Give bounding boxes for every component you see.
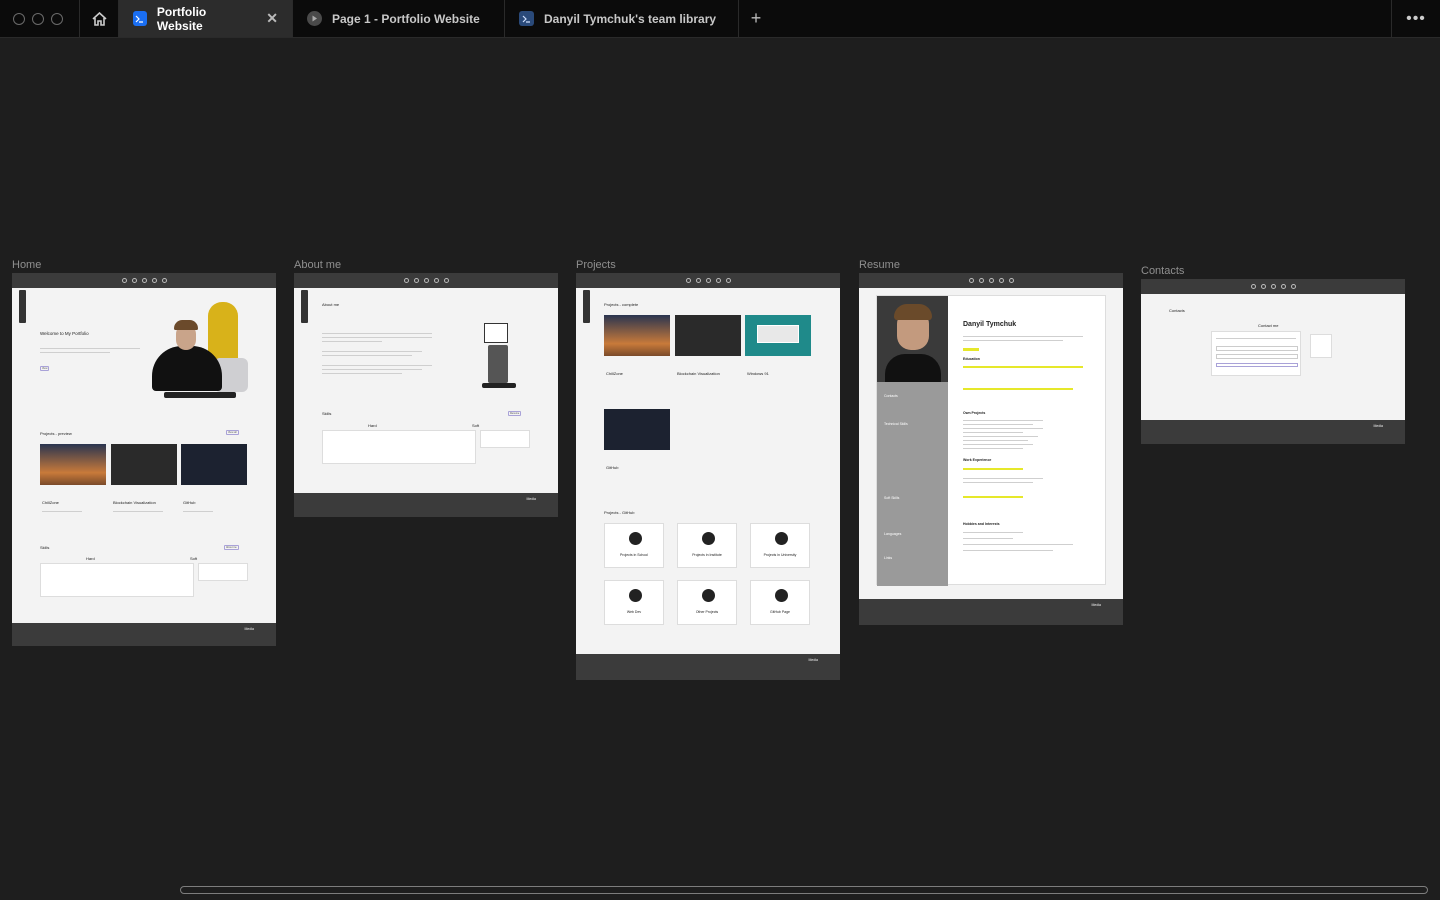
side-social-bar [583, 290, 590, 323]
canvas-horizontal-scrollbar[interactable] [180, 886, 1428, 894]
home-welcome-title: Welcome to My Portfolio [40, 331, 89, 336]
close-window-button[interactable] [13, 12, 25, 25]
project-thumb-blockchain[interactable] [111, 444, 177, 485]
frame-label-projects[interactable]: Projects [576, 259, 616, 271]
tab-team-library[interactable]: Danyil Tymchuk's team library [505, 0, 739, 37]
about-title: About me [322, 302, 340, 307]
maximize-window-button[interactable] [51, 12, 63, 25]
frame-footer: Media [1141, 420, 1405, 444]
projects-complete-title: Projects - complete [604, 302, 639, 307]
resume-languages-label: Languages [884, 532, 902, 536]
project-title: ChillZone [42, 500, 59, 505]
contact-message-field[interactable] [1216, 354, 1298, 359]
project-thumb-chillzone[interactable] [604, 315, 670, 356]
contact-form-title: Contact me [1258, 323, 1279, 328]
prototype-play-icon [307, 11, 322, 26]
project-title: Windows 91 [747, 371, 769, 376]
contacts-title: Contacts [1169, 308, 1185, 313]
minimize-window-button[interactable] [32, 12, 44, 25]
frame-contacts[interactable]: Contacts Contact me Media [1141, 279, 1405, 444]
frame-home[interactable]: Welcome to My Portfolio View Projects - … [12, 273, 276, 646]
project-thumb-windows91[interactable] [745, 315, 811, 356]
hard-skills-table [40, 563, 194, 597]
frame-footer: Media [576, 654, 840, 680]
side-social-bar [301, 290, 308, 323]
more-options-button[interactable]: ••• [1391, 0, 1440, 38]
skills-hard-label: Hard [86, 556, 95, 561]
new-tab-button[interactable]: + [739, 0, 773, 37]
resume-photo [877, 296, 948, 382]
hero-portrait-image [152, 300, 248, 398]
resume-work-label: Work Experience [963, 458, 992, 462]
frame-label-about[interactable]: About me [294, 259, 341, 271]
frame-header [12, 273, 276, 288]
home-icon [91, 11, 107, 26]
tab-label: Portfolio Website [156, 4, 207, 33]
resume-soft-skills-label: Soft Skills [884, 496, 900, 500]
tab-label: Danyil Tymchuk's team library [544, 11, 717, 26]
contact-email-field[interactable] [1216, 346, 1298, 351]
project-thumb-github[interactable] [181, 444, 247, 485]
soft-skills-table [480, 430, 530, 448]
tab-portfolio-website[interactable]: Portfolio Website ✕ [119, 0, 293, 37]
project-title: Blockchain Visualization [677, 371, 720, 376]
skills-soft-label: Soft [190, 556, 198, 561]
home-button[interactable] [79, 0, 119, 37]
resume-links-label: Links [884, 556, 893, 560]
frame-header [1141, 279, 1405, 294]
project-title: GitHub [183, 500, 196, 505]
library-icon [519, 11, 534, 26]
project-thumb-blockchain[interactable] [675, 315, 741, 356]
resume-education-label: Education [963, 357, 980, 361]
skills-soft-label: Soft [472, 423, 480, 428]
github-card-other[interactable]: Other Projects [677, 580, 737, 625]
home-projects-title: Projects - preview [40, 431, 72, 436]
figma-file-icon [133, 11, 147, 26]
frame-label-resume[interactable]: Resume [859, 259, 900, 271]
about-skills-title: Skills [322, 411, 332, 416]
home-skills-title: Skills [40, 545, 50, 550]
about-collage-image [482, 323, 516, 388]
frame-header [859, 273, 1123, 288]
hard-skills-table [322, 430, 476, 464]
contact-socials-card [1310, 334, 1332, 358]
resume-own-projects-label: Own Projects [963, 411, 986, 415]
frame-about[interactable]: About me Skills Resume Hard Soft Media [294, 273, 558, 517]
project-title: GitHub [606, 465, 619, 470]
github-card-page[interactable]: GitHub Page [750, 580, 810, 625]
tab-page-1-portfolio-website[interactable]: Page 1 - Portfolio Website [293, 0, 505, 37]
project-thumb-github[interactable] [604, 409, 670, 450]
resume-tech-skills-label: Technical Skills [884, 422, 908, 426]
soft-skills-table [198, 563, 248, 581]
project-title: Blockchain Visualization [113, 500, 156, 505]
tab-bar: Portfolio Website ✕ Page 1 - Portfolio W… [0, 0, 1440, 38]
projects-github-title: Projects - GitHub [604, 510, 635, 515]
resume-contacts-label: Contacts [884, 394, 898, 398]
frame-footer: Media [859, 599, 1123, 625]
resume-sheet: Contacts Technical Skills Soft Skills La… [876, 295, 1106, 586]
frame-footer: Media [12, 623, 276, 646]
frame-projects[interactable]: Projects - complete ChillZone Blockchain… [576, 273, 840, 680]
github-card-web-dev[interactable]: Web Dev [604, 580, 664, 625]
project-title: ChillZone [606, 371, 623, 376]
github-card-school[interactable]: Projects in School [604, 523, 664, 568]
frame-footer: Media [294, 493, 558, 517]
side-social-bar [19, 290, 26, 323]
contact-send-button[interactable] [1216, 363, 1298, 367]
contact-form [1211, 331, 1301, 376]
github-card-institute[interactable]: Projects in Institute [677, 523, 737, 568]
resume-name: Danyil Tymchuk [963, 321, 1017, 328]
window-controls [0, 0, 79, 37]
frame-label-contacts[interactable]: Contacts [1141, 265, 1184, 277]
frame-header [294, 273, 558, 288]
frame-header [576, 273, 840, 288]
close-tab-icon[interactable]: ✕ [266, 10, 278, 27]
frame-resume[interactable]: Contacts Technical Skills Soft Skills La… [859, 273, 1123, 625]
github-card-university[interactable]: Projects in University [750, 523, 810, 568]
skills-hard-label: Hard [368, 423, 377, 428]
frame-label-home[interactable]: Home [12, 259, 41, 271]
resume-hobbies-label: Hobbies and Interests [963, 522, 1000, 526]
tab-label: Page 1 - Portfolio Website [332, 11, 480, 26]
project-thumb-chillzone[interactable] [40, 444, 106, 485]
